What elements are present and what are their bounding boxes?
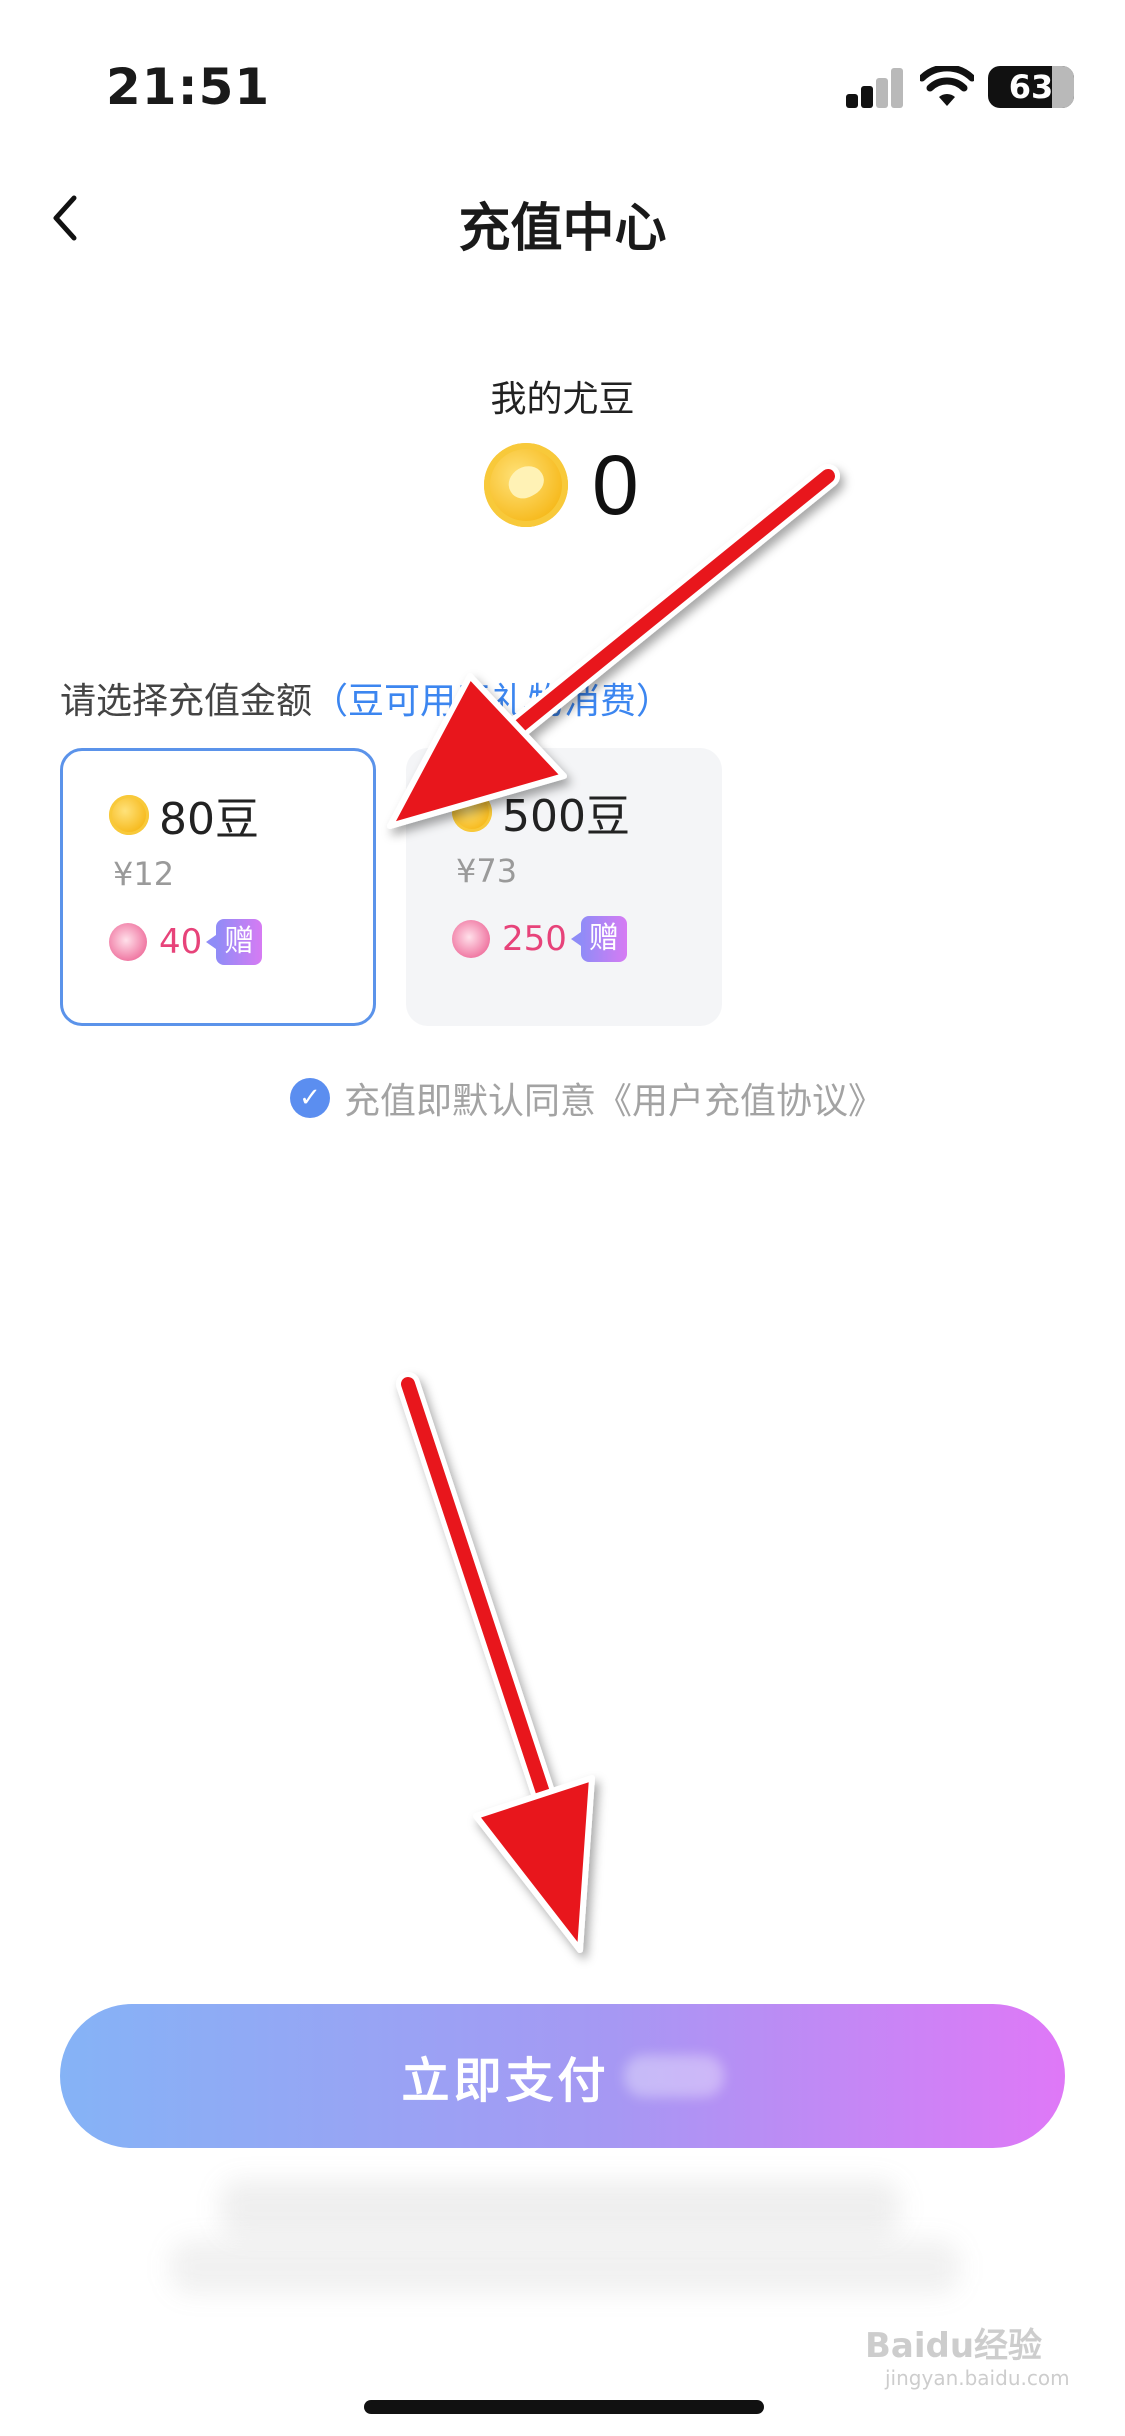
package-bonus: 40	[159, 922, 203, 962]
package-card-500[interactable]: 500豆 ¥73 250 赠	[406, 748, 722, 1026]
pay-now-label: 立即支付	[401, 2053, 610, 2109]
gift-coin-icon	[452, 920, 490, 958]
watermark-url: jingyan.baidu.com	[885, 2366, 1070, 2390]
amount-prompt-hint: （豆可用于礼物消费）	[312, 681, 673, 722]
checkmark-icon[interactable]: ✓	[290, 1078, 330, 1118]
balance-value: 0	[592, 437, 639, 532]
blurred-notice	[170, 2240, 960, 2294]
blurred-notice	[220, 2180, 900, 2236]
agreement-row[interactable]: ✓ 充值即默认同意《用户充值协议》	[290, 1072, 884, 1124]
battery-icon: 63	[988, 66, 1074, 108]
bonus-tag: 赠	[206, 919, 263, 965]
amount-prompt-text: 请选择充值金额	[60, 681, 313, 722]
balance-label: 我的尤豆	[490, 379, 635, 420]
bean-coin-icon	[452, 792, 492, 832]
bonus-tag: 赠	[570, 916, 627, 962]
package-price: ¥73	[456, 852, 518, 890]
status-time: 21:51	[106, 58, 271, 116]
bean-coin-icon	[484, 443, 568, 527]
home-indicator[interactable]	[364, 2400, 764, 2414]
pay-now-button[interactable]: 立即支付	[60, 2004, 1065, 2148]
package-card-80[interactable]: 80豆 ¥12 40 赠	[60, 748, 376, 1026]
battery-level: 63	[1008, 68, 1054, 106]
bean-coin-icon	[109, 795, 149, 835]
gift-coin-icon	[109, 923, 147, 961]
agreement-text[interactable]: 充值即默认同意《用户充值协议》	[344, 1072, 884, 1124]
cellular-signal-icon	[846, 68, 903, 108]
watermark-logo: Baidu经验	[865, 2326, 1043, 2366]
page-title: 充值中心	[458, 199, 667, 259]
wifi-icon	[920, 66, 974, 106]
package-amount: 500豆	[502, 791, 630, 842]
package-amount: 80豆	[159, 794, 259, 845]
amount-prompt: 请选择充值金额（豆可用于礼物消费）	[60, 672, 672, 724]
package-price: ¥12	[113, 855, 175, 893]
package-bonus: 250	[502, 919, 567, 959]
balance-display: 0	[484, 438, 639, 532]
pay-amount-blurred	[623, 2055, 724, 2097]
arrow-to-pay-icon	[396, 1372, 595, 1953]
